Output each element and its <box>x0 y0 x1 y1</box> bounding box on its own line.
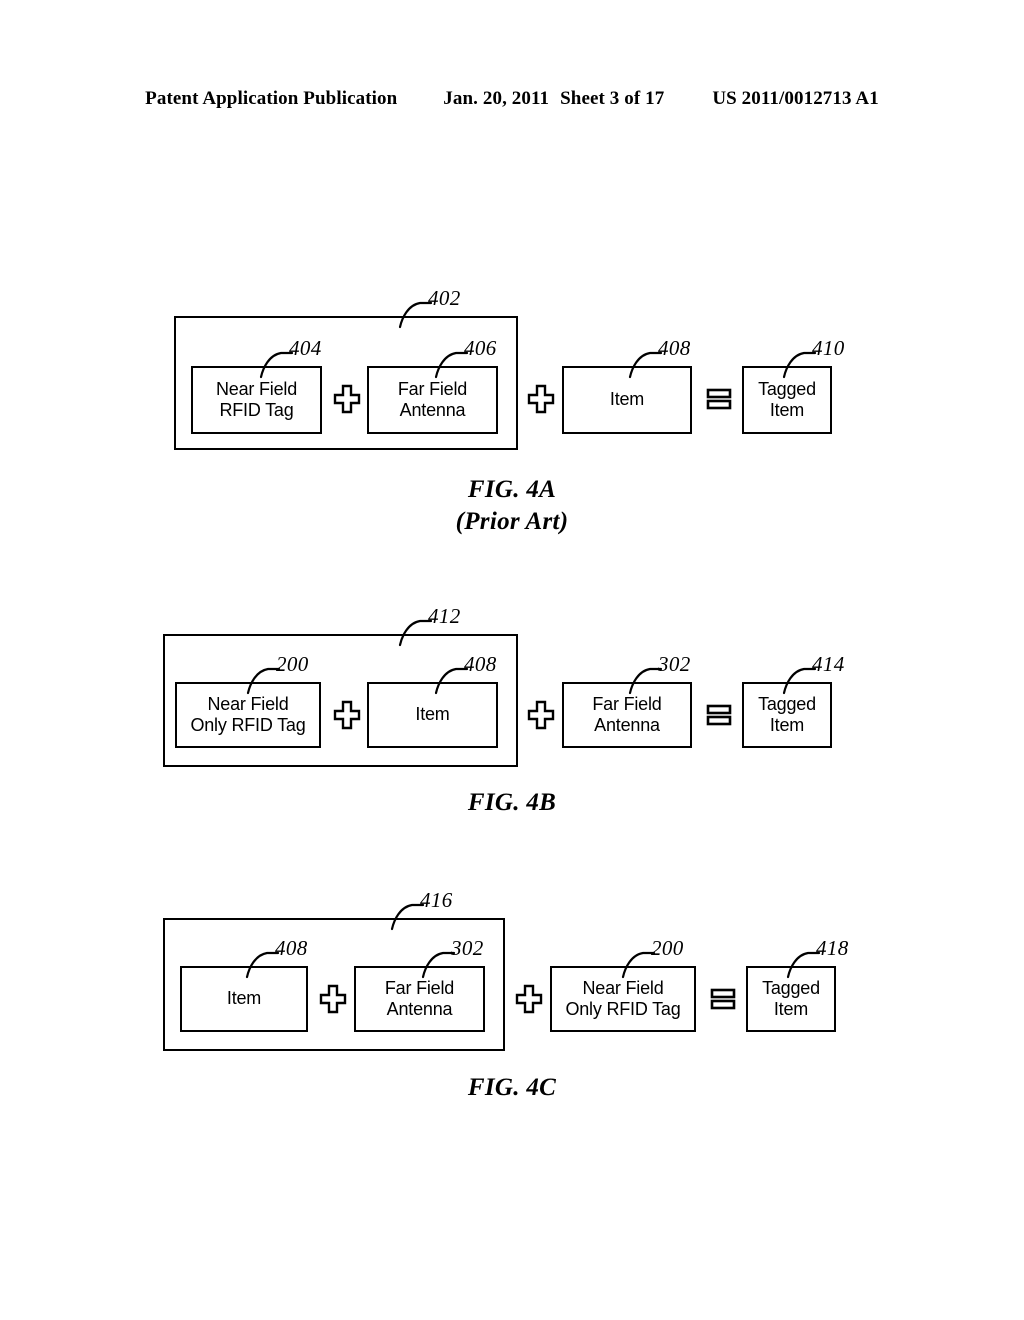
ref-number-406: 406 <box>464 336 497 360</box>
ref-number-418: 418 <box>816 936 849 960</box>
equals-icon-4b <box>706 702 732 728</box>
patent-drawing-page: { "header": { "publication": "Patent App… <box>0 0 1024 1320</box>
component-label-200-4b: Near Field Only RFID Tag <box>190 693 306 735</box>
ref-callout-408-4c: 408 <box>245 936 337 979</box>
ref-callout-200-4c: 200 <box>621 936 713 979</box>
header-sheet-number: Sheet 3 of 17 <box>560 88 665 109</box>
component-label-410: Tagged Item <box>758 378 816 420</box>
plus-icon-4a-2 <box>527 384 555 414</box>
plus-icon-4a-1 <box>333 384 361 414</box>
component-label-404: Near Field RFID Tag <box>215 378 298 420</box>
page-header: Patent Application Publication Jan. 20, … <box>0 88 1024 110</box>
ref-callout-302-4b: 302 <box>628 652 720 695</box>
component-label-408-4c: Item <box>226 988 262 1009</box>
ref-number-302-4c: 302 <box>451 936 484 960</box>
ref-callout-408-4b: 408 <box>434 652 526 695</box>
equals-icon-4c <box>710 986 736 1012</box>
ref-number-408-4c: 408 <box>275 936 308 960</box>
ref-number-410: 410 <box>812 336 845 360</box>
component-label-408-4b: Item <box>415 704 450 725</box>
component-label-406: Far Field Antenna <box>397 378 468 420</box>
plus-icon-4c-1 <box>319 984 347 1014</box>
figure-caption-4c: FIG. 4C <box>467 1074 557 1101</box>
ref-callout-402: 402 <box>398 286 490 329</box>
ref-callout-406: 406 <box>434 336 526 379</box>
equals-icon-4a <box>706 386 732 412</box>
ref-number-414: 414 <box>812 652 845 676</box>
ref-callout-416: 416 <box>390 888 482 931</box>
component-label-414: Tagged Item <box>758 693 816 735</box>
ref-number-200-4c: 200 <box>651 936 684 960</box>
ref-callout-408: 408 <box>628 336 720 379</box>
ref-callout-410: 410 <box>782 336 874 379</box>
ref-callout-412: 412 <box>398 604 490 647</box>
plus-icon-4c-2 <box>515 984 543 1014</box>
ref-callout-418: 418 <box>786 936 878 979</box>
ref-number-404: 404 <box>289 336 322 360</box>
ref-number-200-4b: 200 <box>276 652 309 676</box>
component-label-408: Item <box>609 389 645 410</box>
header-publication-title: Patent Application Publication <box>145 88 398 109</box>
ref-number-408-4b: 408 <box>464 652 497 676</box>
ref-callout-404: 404 <box>259 336 351 379</box>
plus-icon-4b-1 <box>333 700 361 730</box>
component-label-200-4c: Near Field Only RFID Tag <box>565 977 681 1019</box>
ref-callout-414: 414 <box>782 652 874 695</box>
header-publication-date: Jan. 20, 2011 <box>443 88 550 109</box>
ref-number-408: 408 <box>658 336 691 360</box>
plus-icon-4b-2 <box>527 700 555 730</box>
component-label-302-4b: Far Field Antenna <box>592 693 662 735</box>
figure-caption-4b: FIG. 4B <box>467 789 557 816</box>
ref-number-302-4b: 302 <box>658 652 691 676</box>
ref-callout-302-4c: 302 <box>421 936 513 979</box>
figure-caption-4a: FIG. 4A (Prior Art) <box>455 476 569 535</box>
ref-callout-200-4b: 200 <box>246 652 338 695</box>
component-label-418: Tagged Item <box>762 977 820 1019</box>
header-document-number: US 2011/0012713 A1 <box>712 88 879 109</box>
ref-number-402: 402 <box>428 286 461 310</box>
ref-number-416: 416 <box>420 888 453 912</box>
ref-number-412: 412 <box>428 604 461 628</box>
component-label-302-4c: Far Field Antenna <box>384 977 455 1019</box>
